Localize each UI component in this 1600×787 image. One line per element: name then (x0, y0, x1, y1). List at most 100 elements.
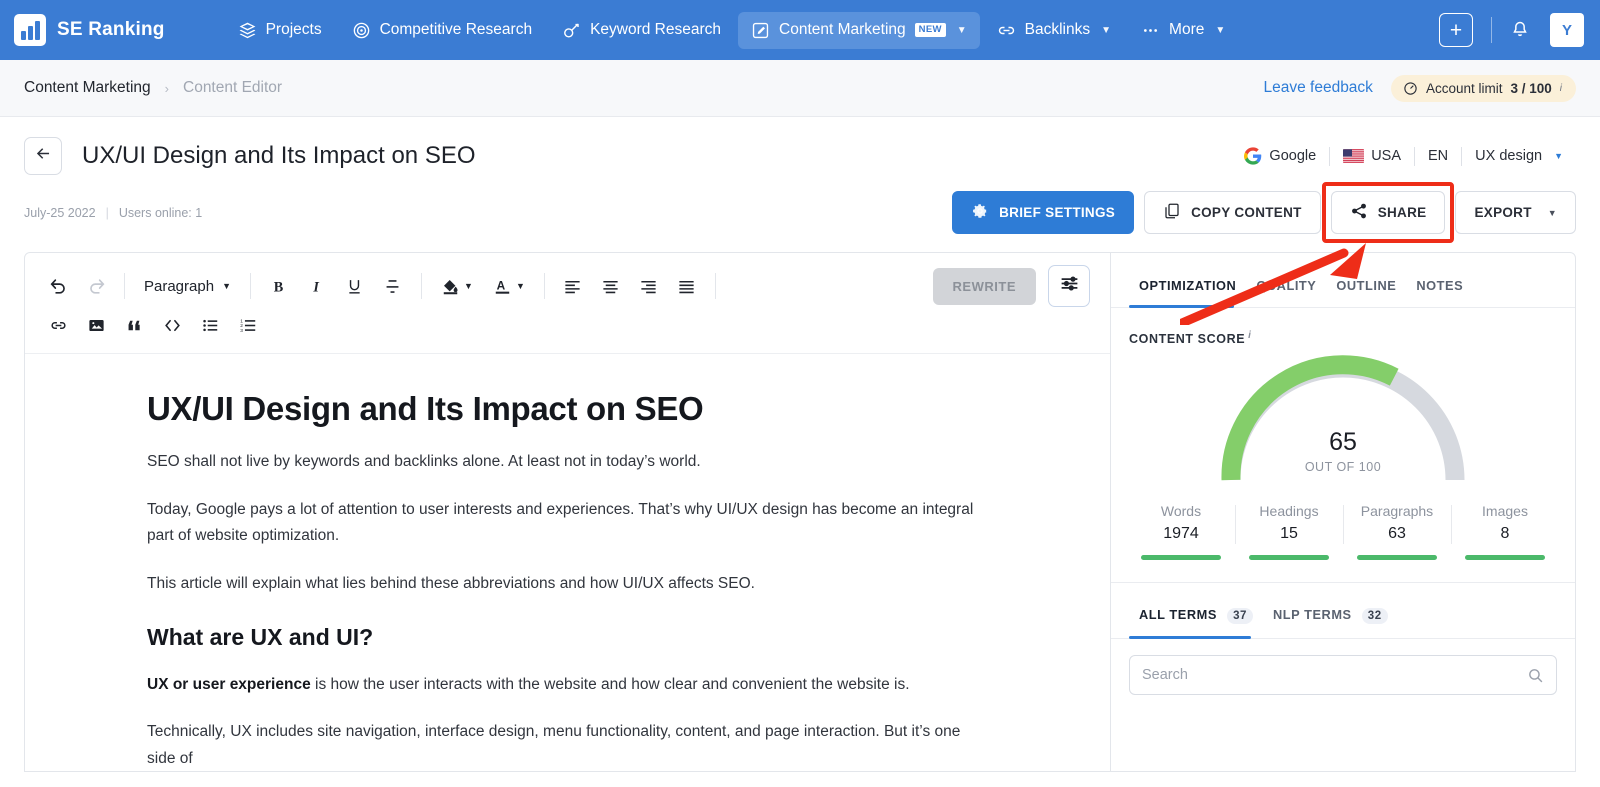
speedometer-icon (1403, 81, 1418, 96)
bold-icon[interactable]: B (260, 269, 298, 303)
tab-notes[interactable]: NOTES (1406, 278, 1473, 307)
account-limit-badge[interactable]: Account limit 3 / 100 i (1391, 75, 1576, 102)
strikethrough-icon[interactable] (374, 269, 412, 303)
share-button[interactable]: SHARE (1331, 191, 1446, 234)
align-center-icon[interactable] (592, 269, 630, 303)
project-selector[interactable]: UX design ▼ (1462, 148, 1576, 164)
paragraph-style-select[interactable]: Paragraph ▼ (134, 278, 241, 295)
breadcrumb-root[interactable]: Content Marketing (24, 79, 151, 97)
align-left-icon[interactable] (554, 269, 592, 303)
numbered-list-icon[interactable]: 123 (229, 308, 267, 342)
divider (715, 273, 716, 299)
leave-feedback-link[interactable]: Leave feedback (1263, 79, 1372, 97)
stat-images: Images 8 (1451, 503, 1559, 560)
nav-item-more[interactable]: More ▼ (1128, 12, 1238, 49)
rewrite-button[interactable]: REWRITE (933, 268, 1036, 305)
nav-item-content-marketing[interactable]: Content Marketing NEW ▼ (738, 12, 980, 49)
chevron-down-icon: ▼ (464, 281, 473, 291)
copy-icon (1163, 202, 1181, 223)
blockquote-icon[interactable] (115, 308, 153, 342)
terms-search-box[interactable] (1129, 655, 1557, 695)
language-selector[interactable]: EN (1415, 148, 1461, 164)
nav-item-competitive-research[interactable]: Competitive Research (339, 12, 545, 49)
top-navigation-bar: SE Ranking Projects Competitive Research… (0, 0, 1600, 60)
nav-item-projects[interactable]: Projects (225, 12, 335, 49)
country-label: USA (1371, 148, 1401, 164)
content-score-value: 65 (1111, 428, 1575, 457)
info-icon[interactable]: i (1248, 330, 1251, 341)
svg-text:3: 3 (240, 327, 243, 333)
stat-label: Words (1131, 503, 1231, 519)
align-justify-icon[interactable] (668, 269, 706, 303)
nav-item-label: Projects (266, 21, 322, 39)
image-icon[interactable] (77, 308, 115, 342)
button-label: EXPORT (1474, 205, 1531, 220)
country-selector[interactable]: USA (1330, 148, 1414, 164)
stat-label: Paragraphs (1347, 503, 1447, 519)
stat-words: Words 1974 (1127, 503, 1235, 560)
share-button-highlight-wrapper: SHARE (1331, 191, 1446, 234)
search-engine-selector[interactable]: Google (1231, 147, 1329, 165)
button-label: SHARE (1378, 205, 1427, 220)
underline-icon[interactable] (336, 269, 374, 303)
link-icon (997, 21, 1016, 40)
tab-optimization[interactable]: OPTIMIZATION (1129, 278, 1246, 307)
stat-paragraphs: Paragraphs 63 (1343, 503, 1451, 560)
tab-label: NLP TERMS (1273, 607, 1352, 622)
info-icon[interactable]: i (1560, 83, 1562, 94)
users-online: Users online: 1 (119, 206, 202, 220)
nav-item-label: Backlinks (1025, 21, 1090, 39)
divider (544, 273, 545, 299)
highlight-color-icon[interactable]: ▼ (431, 269, 483, 303)
export-button[interactable]: EXPORT ▼ (1455, 191, 1576, 234)
copy-content-button[interactable]: COPY CONTENT (1144, 191, 1321, 234)
avatar[interactable]: Y (1550, 13, 1584, 47)
link-icon[interactable] (39, 308, 77, 342)
tab-quality[interactable]: QUALITY (1246, 278, 1326, 307)
document-paragraph: This article will explain what lies behi… (147, 571, 990, 598)
stat-value: 1974 (1131, 525, 1231, 543)
font-color-icon[interactable]: A ▼ (483, 269, 535, 303)
search-input[interactable] (1142, 667, 1527, 683)
italic-icon[interactable]: I (298, 269, 336, 303)
term-tabs: ALL TERMS 37 NLP TERMS 32 (1111, 583, 1575, 639)
divider (250, 273, 251, 299)
tab-outline[interactable]: OUTLINE (1326, 278, 1406, 307)
tab-nlp-terms[interactable]: NLP TERMS 32 (1263, 607, 1398, 638)
gear-icon (971, 202, 989, 223)
bullet-list-icon[interactable] (191, 308, 229, 342)
button-label: COPY CONTENT (1191, 205, 1302, 220)
divider (124, 273, 125, 299)
undo-icon[interactable] (39, 269, 77, 303)
bell-icon[interactable] (1510, 19, 1530, 41)
brand-logo-link[interactable]: SE Ranking (14, 14, 165, 46)
editor-settings-button[interactable] (1048, 265, 1090, 307)
align-right-icon[interactable] (630, 269, 668, 303)
add-new-button[interactable]: + (1439, 13, 1473, 47)
chevron-down-icon: ▼ (1215, 25, 1225, 36)
nav-item-backlinks[interactable]: Backlinks ▼ (984, 12, 1124, 49)
brief-settings-button[interactable]: BRIEF SETTINGS (952, 191, 1134, 234)
nav-item-keyword-research[interactable]: Keyword Research (549, 12, 734, 49)
layers-icon (238, 21, 257, 40)
document-paragraph: UX or user experience is how the user in… (147, 672, 990, 699)
back-button[interactable] (24, 137, 62, 175)
us-flag-icon (1343, 149, 1364, 163)
primary-nav-items: Projects Competitive Research Keyword Re… (225, 12, 1239, 49)
divider (421, 273, 422, 299)
tab-all-terms[interactable]: ALL TERMS 37 (1129, 607, 1263, 638)
stat-label: Headings (1239, 503, 1339, 519)
meta-row: July-25 2022 | Users online: 1 BRIEF SET… (24, 191, 1576, 234)
bar-chart-logo-icon (14, 14, 46, 46)
paragraph-style-label: Paragraph (144, 278, 214, 295)
search-icon[interactable] (1527, 667, 1544, 684)
document-body[interactable]: UX/UI Design and Its Impact on SEO SEO s… (25, 354, 1110, 771)
tab-label: ALL TERMS (1139, 607, 1217, 622)
google-g-icon (1244, 147, 1262, 165)
pencil-square-icon (751, 21, 770, 40)
document-bold-lead: UX or user experience (147, 676, 311, 693)
code-icon[interactable] (153, 308, 191, 342)
redo-icon[interactable] (77, 269, 115, 303)
nav-item-label: More (1169, 21, 1204, 39)
magnifier-key-icon (562, 21, 581, 40)
